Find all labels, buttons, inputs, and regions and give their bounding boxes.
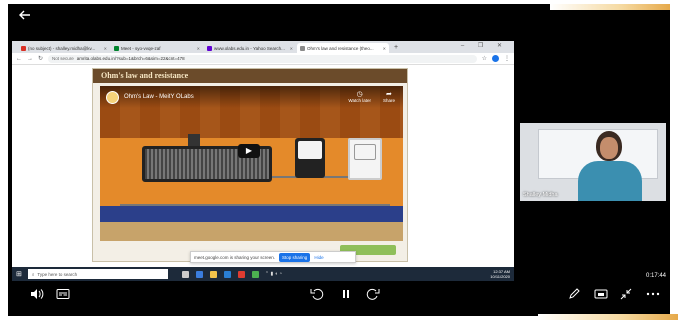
rewind-10-icon[interactable] xyxy=(310,288,324,300)
profile-avatar[interactable] xyxy=(492,55,499,62)
windows-taskbar: ⊞ ⌕ Type here to search ⌃ ▮ ◖ ◔ 12:37 AM… xyxy=(12,267,514,281)
wire xyxy=(120,204,390,206)
close-icon[interactable]: ✕ xyxy=(104,46,107,51)
star-icon[interactable]: ☆ xyxy=(482,55,487,62)
window-controls[interactable]: – ❐ ✕ xyxy=(461,42,508,49)
edge-icon[interactable] xyxy=(195,270,203,278)
taskbar-clock[interactable]: 12:37 AM 10/11/2020 xyxy=(490,269,510,279)
pencil-icon[interactable] xyxy=(568,288,580,300)
tab-label: Ohm's law and resistance (theo... xyxy=(307,45,374,51)
clock-icon: ◷ xyxy=(356,91,363,98)
video-header: Ohm's Law - MeitY OLabs ◷ Watch later ➦ … xyxy=(100,86,403,108)
share-icon: ➦ xyxy=(386,91,392,98)
more-icon[interactable] xyxy=(646,288,660,300)
ammeter xyxy=(295,138,325,178)
reload-icon[interactable]: ↻ xyxy=(38,55,43,62)
browser-tab-strip: (no subject) - shalley.midha@kv... ✕ Mee… xyxy=(12,41,514,53)
browser-tab[interactable]: (no subject) - shalley.midha@kv... ✕ xyxy=(18,43,110,53)
browser-tab[interactable]: Meet - syo-vvqe-zaf ✕ xyxy=(111,43,203,53)
captions-icon[interactable] xyxy=(56,288,70,300)
channel-logo-icon[interactable] xyxy=(106,90,119,104)
tab-label: (no subject) - shalley.midha@kv... xyxy=(28,45,96,51)
stop-sharing-button[interactable]: Stop sharing xyxy=(279,252,311,262)
forward-10-icon[interactable] xyxy=(366,288,380,300)
video-title[interactable]: Ohm's Law - MeitY OLabs xyxy=(124,94,194,100)
voltmeter xyxy=(348,138,382,180)
tab-label: Meet - syo-vvqe-zaf xyxy=(121,45,161,51)
address-bar: ← → ↻ Not secure amrita.olabs.edu.in/?su… xyxy=(12,53,514,65)
page-title: Ohm's law and resistance xyxy=(93,69,407,83)
participant-body xyxy=(578,161,642,201)
sharing-message: meet.google.com is sharing your screen. xyxy=(194,254,276,260)
hide-button[interactable]: Hide xyxy=(314,255,323,260)
elapsed-time: 0:17:44 xyxy=(646,273,667,279)
web-page: Ohm's law and resistance Ohm's Law - Mei… xyxy=(12,65,514,265)
volume-icon[interactable] xyxy=(30,288,44,300)
close-icon[interactable]: ✕ xyxy=(290,46,293,51)
browser-tab-active[interactable]: Ohm's law and resistance (theo... ✕ xyxy=(297,43,389,53)
top-decoration xyxy=(550,4,670,10)
search-placeholder: Type here to search xyxy=(37,271,78,277)
folder-icon[interactable] xyxy=(209,270,217,278)
participant-name: Shalley Midha xyxy=(523,192,558,198)
share-button[interactable]: ➦ Share xyxy=(383,90,395,103)
meet-icon xyxy=(114,45,119,51)
task-view-icon[interactable] xyxy=(181,270,189,278)
gmail-icon xyxy=(21,45,26,51)
taskbar-search-input[interactable]: ⌕ Type here to search xyxy=(27,269,168,279)
mail-icon[interactable] xyxy=(223,270,231,278)
forward-icon[interactable]: → xyxy=(27,56,33,62)
share-label: Share xyxy=(382,98,395,103)
url-text: amrita.olabs.edu.in/?sub=1&brch=6&sim=22… xyxy=(76,56,185,61)
system-tray-icons[interactable]: ⌃ ▮ ◖ ◔ xyxy=(265,271,282,277)
exit-fullscreen-icon[interactable] xyxy=(620,288,632,300)
sharing-notification: meet.google.com is sharing your screen. … xyxy=(190,251,356,263)
browser-tab[interactable]: www.olabs.edu.in - Yahoo Search... ✕ xyxy=(204,43,296,53)
bench-edge xyxy=(100,206,403,222)
participant-video-tile[interactable]: Shalley Midha xyxy=(520,123,666,201)
shared-screen: (no subject) - shalley.midha@kv... ✕ Mee… xyxy=(12,41,514,281)
back-arrow-icon[interactable] xyxy=(18,9,32,21)
menu-icon[interactable]: ⋮ xyxy=(504,55,510,62)
close-icon[interactable]: ✕ xyxy=(197,46,200,51)
watch-later-button[interactable]: ◷ Watch later xyxy=(348,90,371,103)
windows-start-icon[interactable]: ⊞ xyxy=(16,270,22,278)
close-icon[interactable]: ✕ xyxy=(383,46,386,51)
rheostat-slider xyxy=(188,134,200,146)
taskbar-apps xyxy=(181,270,259,278)
search-icon: ⌕ xyxy=(31,271,35,277)
cast-icon[interactable] xyxy=(594,288,608,300)
tab-label: www.olabs.edu.in - Yahoo Search... xyxy=(214,45,285,51)
embedded-video[interactable]: Ohm's Law - MeitY OLabs ◷ Watch later ➦ … xyxy=(100,86,403,241)
pause-icon[interactable] xyxy=(340,288,352,300)
security-label[interactable]: Not secure xyxy=(52,56,74,61)
page-icon xyxy=(300,45,305,51)
yahoo-icon xyxy=(207,45,212,51)
lab-floor xyxy=(100,222,403,241)
olab-panel: Ohm's law and resistance Ohm's Law - Mei… xyxy=(92,68,408,262)
watch-later-label: Watch later xyxy=(348,98,371,103)
chrome-icon[interactable] xyxy=(251,270,259,278)
new-tab-button[interactable]: + xyxy=(390,43,402,53)
bottom-decoration xyxy=(538,314,678,320)
url-input[interactable]: Not secure amrita.olabs.edu.in/?sub=1&br… xyxy=(48,54,477,63)
clock-date: 10/11/2020 xyxy=(490,274,510,279)
play-button[interactable]: ▶ xyxy=(238,144,260,158)
back-icon[interactable]: ← xyxy=(16,56,22,62)
video-player: (no subject) - shalley.midha@kv... ✕ Mee… xyxy=(8,4,670,316)
participant-face xyxy=(600,137,618,159)
office-icon[interactable] xyxy=(237,270,245,278)
